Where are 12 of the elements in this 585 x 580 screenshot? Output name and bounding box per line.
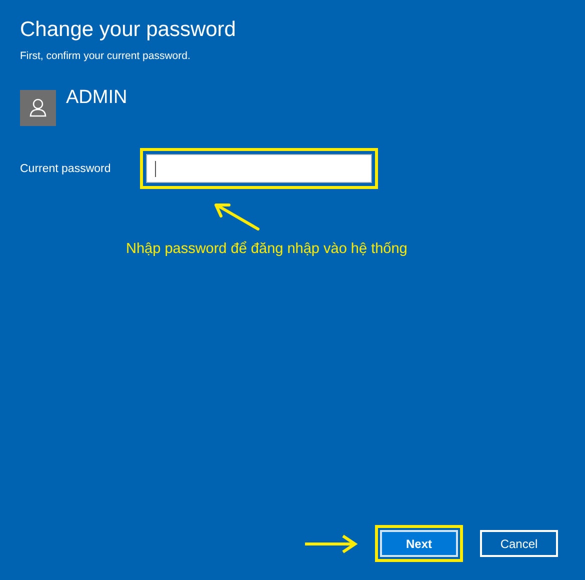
cancel-button[interactable]: Cancel — [480, 530, 558, 557]
text-cursor — [155, 160, 156, 176]
annotation-arrow — [303, 534, 359, 554]
user-name: ADMIN — [66, 87, 128, 109]
user-avatar-icon — [20, 90, 56, 126]
password-field[interactable] — [146, 154, 372, 183]
dialog-title: Change your password — [20, 18, 237, 42]
dialog-subtitle: First, confirm your current password. — [20, 50, 192, 62]
field-label: Current password — [20, 162, 112, 174]
next-button[interactable]: Next — [380, 530, 458, 557]
annotation-arrow — [212, 201, 262, 233]
annotation-text: Nhập password để đăng nhập vào hệ thống — [126, 241, 408, 257]
